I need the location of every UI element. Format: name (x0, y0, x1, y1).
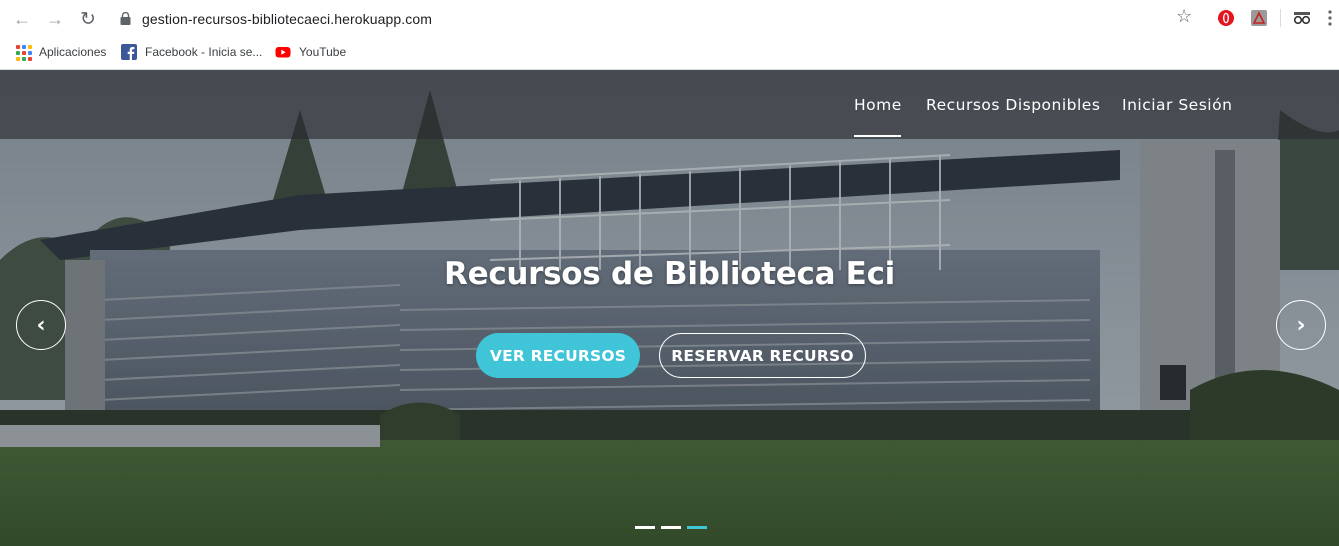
carousel-next-button[interactable]: › (1276, 300, 1326, 350)
bookmark-label: Aplicaciones (39, 45, 107, 59)
bookmark-label: Facebook - Inicia se... (145, 45, 263, 59)
nav-link-recursos-disponibles[interactable]: Recursos Disponibles (926, 96, 1100, 114)
kebab-menu-icon[interactable] (1328, 10, 1332, 26)
reload-icon[interactable]: ↻ (77, 8, 99, 30)
carousel-indicator-1[interactable] (635, 526, 655, 529)
youtube-icon (275, 47, 291, 58)
back-arrow-icon[interactable]: ← (11, 8, 33, 30)
carousel-prev-button[interactable]: ‹ (16, 300, 66, 350)
hero-title: Recursos de Biblioteca Eci (444, 256, 895, 292)
bookmarks-bar: Aplicaciones Facebook - Inicia se... You… (0, 38, 1339, 66)
url-text[interactable]: gestion-recursos-bibliotecaeci.herokuapp… (142, 11, 432, 27)
nav-link-home[interactable]: Home (854, 96, 902, 114)
carousel-indicator-3[interactable] (687, 526, 707, 529)
pdf-extension-icon[interactable] (1250, 9, 1268, 27)
ver-recursos-button[interactable]: VER RECURSOS (476, 333, 640, 378)
chevron-right-icon: › (1296, 312, 1306, 338)
facebook-icon (121, 44, 137, 60)
bookmark-apps[interactable]: Aplicaciones (15, 42, 106, 62)
chevron-left-icon: ‹ (36, 312, 46, 338)
reservar-recurso-button[interactable]: RESERVAR RECURSO (659, 333, 866, 378)
opera-extension-icon[interactable] (1217, 9, 1235, 27)
glasses-extension-icon[interactable] (1293, 9, 1311, 27)
address-bar[interactable]: gestion-recursos-bibliotecaeci.herokuapp… (108, 4, 1218, 33)
hero-dark-overlay (0, 70, 1339, 546)
bookmark-star-icon[interactable]: ☆ (1176, 7, 1192, 25)
toolbar-separator (1280, 9, 1281, 27)
carousel-indicators (635, 526, 713, 530)
lock-icon (120, 12, 131, 25)
bookmark-facebook[interactable]: Facebook - Inicia se... (121, 42, 262, 62)
bookmark-youtube[interactable]: YouTube (275, 42, 346, 62)
hero-carousel: Home Recursos Disponibles Iniciar Sesión… (0, 70, 1339, 546)
browser-toolbar: ← → ↻ gestion-recursos-bibliotecaeci.her… (0, 0, 1339, 37)
site-navbar: Home Recursos Disponibles Iniciar Sesión (0, 70, 1339, 139)
active-nav-indicator (854, 135, 901, 137)
apps-grid-icon (15, 44, 32, 61)
carousel-indicator-2[interactable] (661, 526, 681, 529)
browser-chrome: ← → ↻ gestion-recursos-bibliotecaeci.her… (0, 0, 1339, 70)
nav-link-iniciar-sesion[interactable]: Iniciar Sesión (1122, 96, 1232, 114)
bookmark-label: YouTube (299, 45, 347, 59)
forward-arrow-icon[interactable]: → (44, 8, 66, 30)
